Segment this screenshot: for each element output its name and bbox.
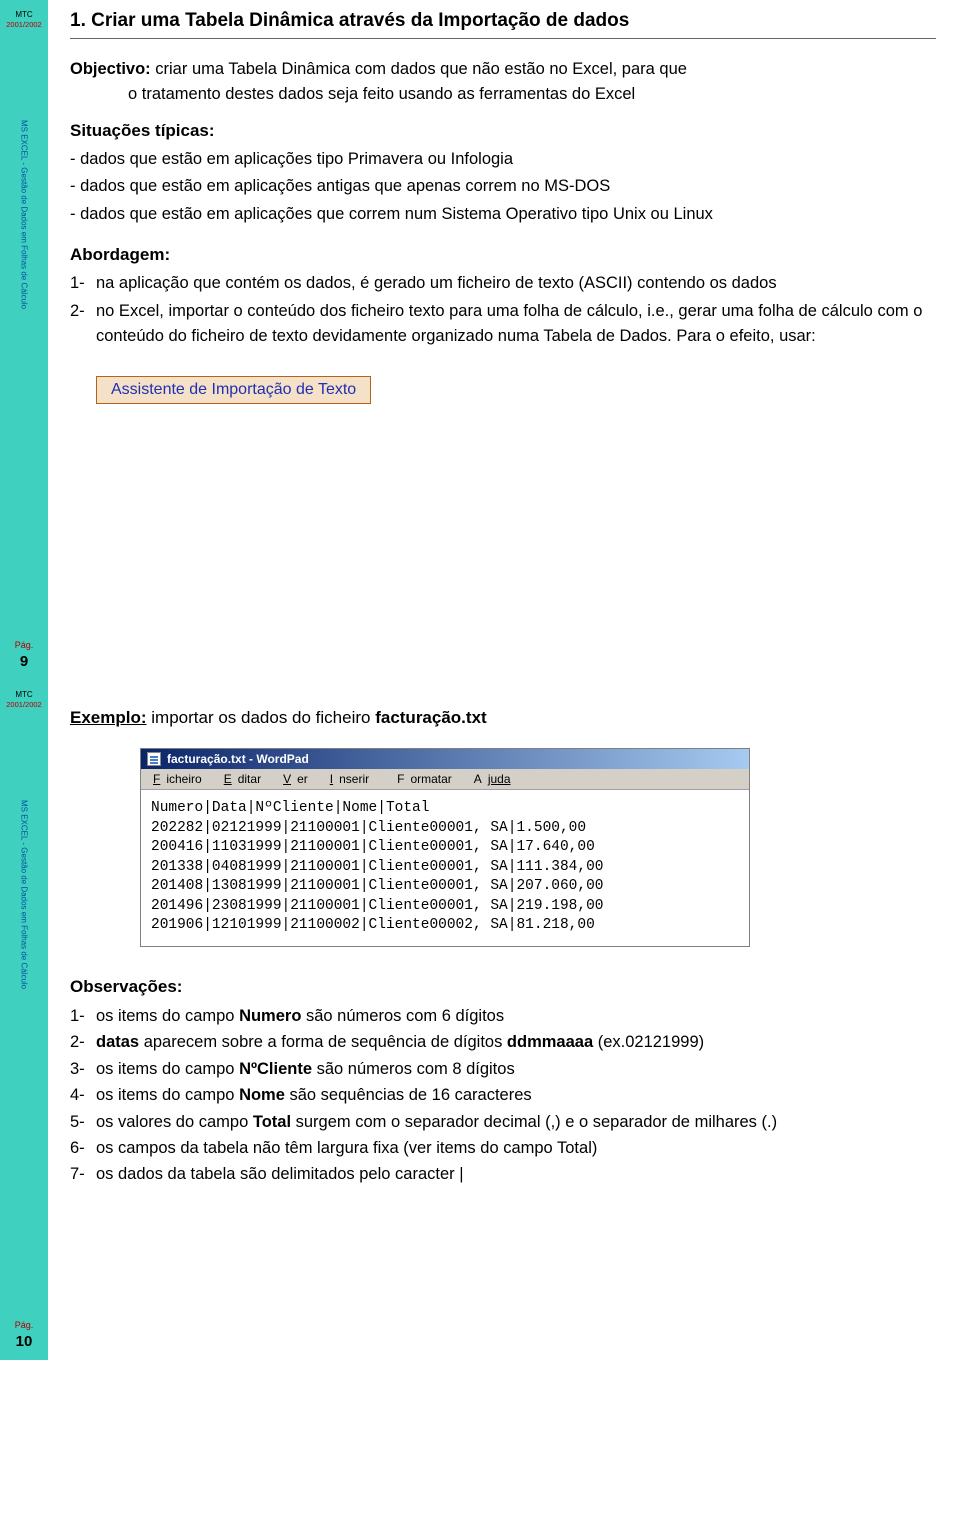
situacoes-list: - dados que estão em aplicações tipo Pri… xyxy=(70,147,936,228)
menu-ajuda-u: A xyxy=(468,771,488,787)
exemplo-filename: facturação.txt xyxy=(375,708,486,727)
content-page1: 1. Criar uma Tabela Dinâmica através da … xyxy=(48,0,960,680)
mtc-year: 2001/2002 xyxy=(0,20,48,29)
obs-item-2: 2- datas aparecem sobre a forma de sequê… xyxy=(70,1029,936,1055)
mtc-label-2: MTC 2001/2002 xyxy=(0,690,48,709)
abordagem-item-2: 2- no Excel, importar o conteúdo dos fic… xyxy=(70,299,936,350)
obs-item-7: 7- os dados da tabela são delimitados pe… xyxy=(70,1161,936,1187)
page-number-1: 9 xyxy=(0,653,48,670)
page-number-2: 10 xyxy=(0,1333,48,1350)
obs-4-prefix: 4- xyxy=(70,1082,96,1108)
mtc-text: MTC xyxy=(0,10,48,20)
obs-item-1: 1- os items do campo Numero são números … xyxy=(70,1003,936,1029)
abordagem-item-1: 1- na aplicação que contém os dados, é g… xyxy=(70,271,936,297)
exemplo-label: Exemplo: xyxy=(70,708,147,727)
wordpad-menubar: Ficheiro Editar Ver Inserir Formatar Aju… xyxy=(141,769,749,790)
mtc-text-2: MTC xyxy=(0,690,48,700)
abordagem-1-prefix: 1- xyxy=(70,271,96,297)
content-page2: Exemplo: importar os dados do ficheiro f… xyxy=(48,680,960,1360)
obs-6-text: os campos da tabela não têm largura fixa… xyxy=(96,1135,936,1161)
obs-3-text: os items do campo NºCliente são números … xyxy=(96,1056,936,1082)
obs-5-text: os valores do campo Total surgem com o s… xyxy=(96,1109,936,1135)
observacoes-list: 1- os items do campo Numero são números … xyxy=(70,1003,936,1188)
menu-editar-u: E xyxy=(224,772,232,786)
abordagem-2-prefix: 2- xyxy=(70,299,96,350)
divider xyxy=(70,38,936,39)
obs-item-4: 4- os items do campo Nome são sequências… xyxy=(70,1082,936,1108)
situacoes-label: Situações típicas: xyxy=(70,121,936,141)
obs-4-text: os items do campo Nome são sequências de… xyxy=(96,1082,936,1108)
situacao-item-3: - dados que estão em aplicações que corr… xyxy=(70,202,936,228)
exemplo-line: Exemplo: importar os dados do ficheiro f… xyxy=(70,708,936,728)
objectivo-text-line2: o tratamento destes dados seja feito usa… xyxy=(70,82,936,107)
wordpad-window: facturação.txt - WordPad Ficheiro Editar… xyxy=(140,748,750,947)
obs-6-prefix: 6- xyxy=(70,1135,96,1161)
document-icon xyxy=(147,752,161,766)
situacao-item-2: - dados que estão em aplicações antigas … xyxy=(70,174,936,200)
sidebar-page1: MTC 2001/2002 MS EXCEL - Gestão de Dados… xyxy=(0,0,48,680)
obs-7-text: os dados da tabela são delimitados pelo … xyxy=(96,1161,936,1187)
menu-inserir[interactable]: Inserir xyxy=(324,771,381,787)
exemplo-text: importar os dados do ficheiro xyxy=(147,708,376,727)
objectivo-label: Objectivo: xyxy=(70,60,151,78)
obs-item-6: 6- os campos da tabela não têm largura f… xyxy=(70,1135,936,1161)
menu-inserir-r: nserir xyxy=(333,771,375,787)
obs-item-3: 3- os items do campo NºCliente são númer… xyxy=(70,1056,936,1082)
situacao-item-1: - dados que estão em aplicações tipo Pri… xyxy=(70,147,936,173)
section-title: 1. Criar uma Tabela Dinâmica através da … xyxy=(70,10,936,32)
abordagem-2-text: no Excel, importar o conteúdo dos fichei… xyxy=(96,299,936,350)
menu-ficheiro[interactable]: Ficheiro xyxy=(147,771,214,787)
wordpad-titlebar[interactable]: facturação.txt - WordPad xyxy=(141,749,749,769)
menu-ajuda[interactable]: Ajuda xyxy=(462,771,517,787)
wordpad-body[interactable]: Numero|Data|NºCliente|Nome|Total 202282|… xyxy=(141,790,749,946)
abordagem-list: 1- na aplicação que contém os dados, é g… xyxy=(70,271,936,350)
menu-ver[interactable]: Ver xyxy=(277,771,320,787)
mtc-year-2: 2001/2002 xyxy=(0,700,48,709)
menu-formatar-r: ormatar xyxy=(410,772,451,786)
obs-3-prefix: 3- xyxy=(70,1056,96,1082)
menu-editar-r: ditar xyxy=(232,771,267,787)
page-label: Pág. xyxy=(0,640,48,650)
menu-ajuda-r: juda xyxy=(488,772,511,786)
menu-ver-r: er xyxy=(291,771,314,787)
sidebar-page2: MTC 2001/2002 MS EXCEL - Gestão de Dados… xyxy=(0,680,48,1360)
wordpad-title-text: facturação.txt - WordPad xyxy=(167,752,309,766)
obs-7-prefix: 7- xyxy=(70,1161,96,1187)
sidebar-vertical-text: MS EXCEL - Gestão de Dados em Folhas de … xyxy=(20,120,29,309)
menu-ver-u: V xyxy=(283,772,291,786)
obs-1-text: os items do campo Numero são números com… xyxy=(96,1003,936,1029)
menu-formatar[interactable]: Formatar xyxy=(385,771,458,787)
obs-2-prefix: 2- xyxy=(70,1029,96,1055)
menu-editar[interactable]: Editar xyxy=(218,771,273,787)
abordagem-label: Abordagem: xyxy=(70,245,936,265)
objectivo-paragraph: Objectivo: criar uma Tabela Dinâmica com… xyxy=(70,57,936,107)
abordagem-1-text: na aplicação que contém os dados, é gera… xyxy=(96,271,936,297)
sidebar-vertical-text-2: MS EXCEL - Gestão de Dados em Folhas de … xyxy=(20,800,29,989)
obs-item-5: 5- os valores do campo Total surgem com … xyxy=(70,1109,936,1135)
menu-ficheiro-r: icheiro xyxy=(160,771,207,787)
obs-1-prefix: 1- xyxy=(70,1003,96,1029)
obs-2-text: datas aparecem sobre a forma de sequênci… xyxy=(96,1029,936,1055)
mtc-label: MTC 2001/2002 xyxy=(0,10,48,29)
page-label-2: Pág. xyxy=(0,1320,48,1330)
objectivo-text-line1: criar uma Tabela Dinâmica com dados que … xyxy=(151,60,687,78)
observacoes-label: Observações: xyxy=(70,977,936,997)
assistente-box: Assistente de Importação de Texto xyxy=(96,376,371,404)
obs-5-prefix: 5- xyxy=(70,1109,96,1135)
menu-formatar-u: F xyxy=(391,771,410,787)
